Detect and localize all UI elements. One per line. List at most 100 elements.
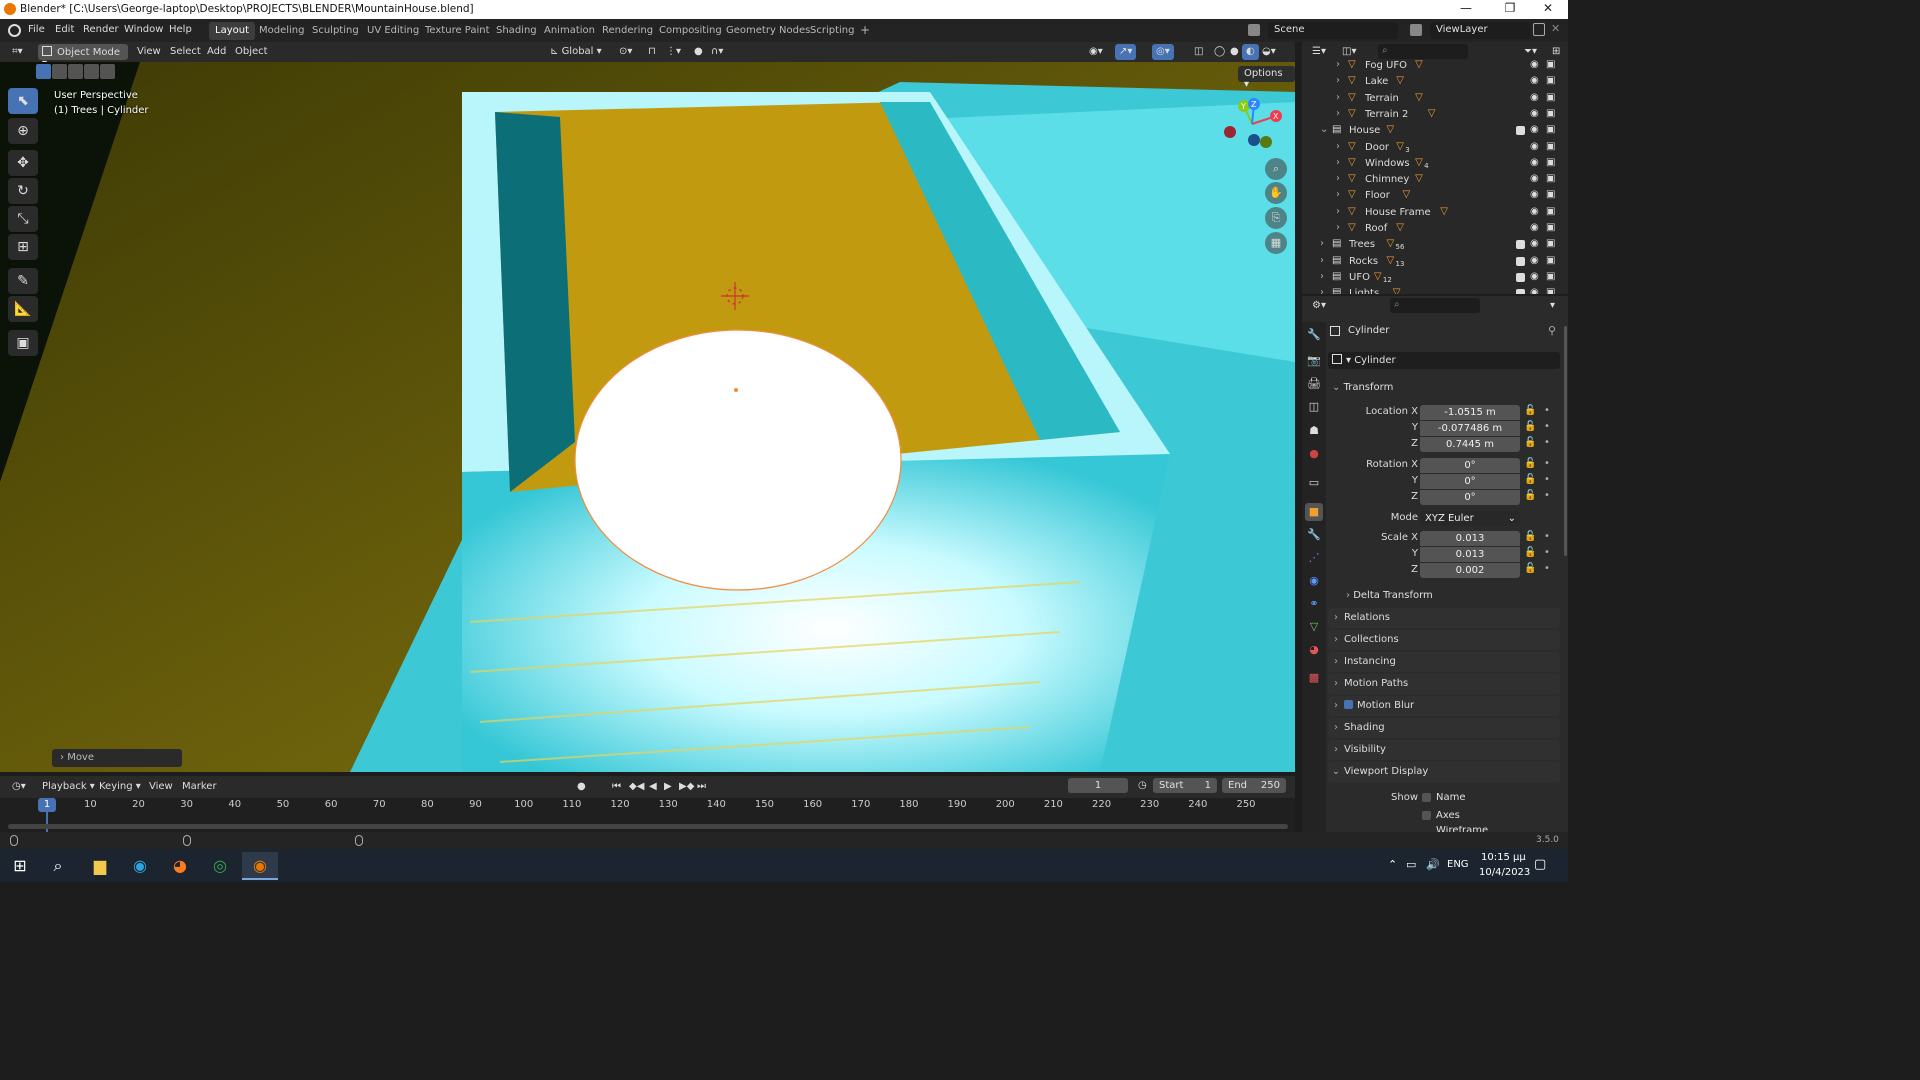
outliner-item[interactable]: › ▽ Windows ▽ 4 ◉ ▣ bbox=[1302, 156, 1568, 172]
outliner-item[interactable]: › ▤ Rocks ▽ 13 ◉ ▣ bbox=[1302, 254, 1568, 270]
outliner-item[interactable]: › ▽ Roof ▽ ◉ ▣ bbox=[1302, 221, 1568, 237]
outliner-item[interactable]: ⌄ ▤ House ▽ ◉ ▣ bbox=[1302, 123, 1568, 139]
lock-icon[interactable]: 🔓 bbox=[1524, 458, 1536, 469]
collection-tab-icon[interactable]: ▭ bbox=[1305, 474, 1323, 492]
location-z-field[interactable]: 0.7445 m bbox=[1420, 437, 1520, 452]
start-frame-field[interactable]: Start 1 bbox=[1153, 778, 1217, 793]
eye-icon[interactable]: ◉ bbox=[1530, 238, 1539, 249]
tab-shading[interactable]: Shading bbox=[490, 22, 543, 40]
windows-start-icon[interactable]: ⊞ bbox=[2, 852, 38, 880]
menu-render[interactable]: Render bbox=[83, 24, 119, 35]
xray-icon[interactable]: ◫ bbox=[1190, 44, 1207, 60]
minimize-button[interactable]: — bbox=[1448, 1, 1484, 18]
exclude-checkbox[interactable] bbox=[1516, 289, 1525, 294]
timeline-scrollbar[interactable] bbox=[8, 824, 1288, 829]
outliner-item[interactable]: › ▽ Terrain 2 ▽ ◉ ▣ bbox=[1302, 107, 1568, 123]
exclude-checkbox[interactable] bbox=[1516, 240, 1525, 250]
render-camera-icon[interactable]: ▣ bbox=[1546, 141, 1555, 152]
properties-options-icon[interactable]: ▾ bbox=[1546, 298, 1559, 314]
properties-editor-type-icon[interactable]: ⚙▾ bbox=[1308, 298, 1330, 314]
playback-menu[interactable]: Playback ▾ bbox=[38, 779, 99, 795]
expand-arrow-icon[interactable]: › bbox=[1336, 173, 1340, 184]
rotation-x-field[interactable]: 0° bbox=[1420, 458, 1520, 473]
file-explorer-icon[interactable]: ▆ bbox=[82, 852, 118, 880]
select-subtract-icon[interactable] bbox=[68, 64, 83, 79]
clock-date[interactable]: 10/4/2023 bbox=[1479, 867, 1530, 878]
overlay-toggle-icon[interactable]: ◎▾ bbox=[1152, 44, 1174, 60]
eye-icon[interactable]: ◉ bbox=[1530, 287, 1539, 294]
menu-file[interactable]: File bbox=[28, 24, 45, 35]
render-camera-icon[interactable]: ▣ bbox=[1546, 92, 1555, 103]
gizmo-toggle-icon[interactable]: ↗▾ bbox=[1115, 44, 1137, 60]
show-axes-checkbox[interactable] bbox=[1422, 811, 1431, 820]
delta-transform-subpanel[interactable]: › Delta Transform bbox=[1346, 590, 1433, 601]
taskbar-search-icon[interactable]: ⌕ bbox=[40, 852, 76, 880]
cursor-tool-icon[interactable]: ⊕ bbox=[8, 118, 38, 144]
play-icon[interactable]: ▶ bbox=[660, 779, 676, 795]
eye-icon[interactable]: ◉ bbox=[1530, 222, 1539, 233]
transform-panel-header[interactable]: ⌄ Transform bbox=[1332, 382, 1393, 393]
tool-tab-icon[interactable]: 🔧 bbox=[1305, 326, 1323, 344]
animate-dot-icon[interactable]: • bbox=[1544, 547, 1550, 558]
render-camera-icon[interactable]: ▣ bbox=[1546, 75, 1555, 86]
expand-arrow-icon[interactable]: › bbox=[1336, 59, 1340, 70]
viewport-scene[interactable] bbox=[0, 62, 1295, 772]
eye-icon[interactable]: ◉ bbox=[1530, 141, 1539, 152]
render-camera-icon[interactable]: ▣ bbox=[1546, 108, 1555, 119]
falloff-icon[interactable]: ∩▾ bbox=[707, 44, 727, 60]
relations-panel[interactable]: › Relations bbox=[1328, 608, 1560, 628]
playhead[interactable]: 1 bbox=[38, 798, 56, 812]
remove-viewlayer-icon[interactable]: ✕ bbox=[1551, 22, 1560, 35]
viewlayer-field[interactable]: ViewLayer bbox=[1430, 22, 1530, 39]
outliner-item[interactable]: › ▤ Trees ▽ 56 ◉ ▣ bbox=[1302, 237, 1568, 253]
lock-icon[interactable]: 🔓 bbox=[1524, 421, 1536, 432]
animate-dot-icon[interactable]: • bbox=[1544, 421, 1550, 432]
proportional-edit-icon[interactable]: ● bbox=[690, 44, 707, 60]
pan-hand-icon[interactable]: ✋ bbox=[1265, 182, 1287, 204]
render-camera-icon[interactable]: ▣ bbox=[1546, 271, 1555, 282]
tab-uv-editing[interactable]: UV Editing bbox=[361, 22, 425, 40]
animate-dot-icon[interactable]: • bbox=[1544, 405, 1550, 416]
lock-icon[interactable]: 🔓 bbox=[1524, 563, 1536, 574]
expand-arrow-icon[interactable]: › bbox=[1336, 206, 1340, 217]
tab-modeling[interactable]: Modeling bbox=[253, 22, 311, 40]
scale-tool-icon[interactable]: ⤡ bbox=[8, 206, 38, 232]
outliner-item[interactable]: › ▽ Door ▽ 3 ◉ ▣ bbox=[1302, 140, 1568, 156]
add-cube-tool-icon[interactable]: ▣ bbox=[8, 330, 38, 356]
select-intersect-icon[interactable] bbox=[100, 64, 115, 79]
eye-icon[interactable]: ◉ bbox=[1530, 189, 1539, 200]
tab-sculpting[interactable]: Sculpting bbox=[306, 22, 365, 40]
lock-icon[interactable]: 🔓 bbox=[1524, 490, 1536, 501]
scene-tab-icon[interactable]: ☗ bbox=[1305, 422, 1323, 440]
marker-menu[interactable]: Marker bbox=[178, 779, 221, 795]
constraints-tab-icon[interactable]: ⚭ bbox=[1305, 595, 1323, 613]
annotate-tool-icon[interactable]: ✎ bbox=[8, 268, 38, 294]
chrome-icon[interactable]: ◎ bbox=[202, 852, 238, 880]
tab-texture-paint[interactable]: Texture Paint bbox=[419, 22, 496, 40]
lock-icon[interactable]: 🔓 bbox=[1524, 531, 1536, 542]
jump-end-icon[interactable]: ⏭ bbox=[693, 779, 710, 795]
options-dropdown[interactable]: Options ▾ bbox=[1238, 66, 1295, 90]
animate-dot-icon[interactable]: • bbox=[1544, 563, 1550, 574]
navigation-gizmo[interactable]: X Y Z bbox=[1220, 92, 1284, 156]
location-x-field[interactable]: -1.0515 m bbox=[1420, 405, 1520, 420]
firefox-icon[interactable]: ◕ bbox=[162, 852, 198, 880]
expand-arrow-icon[interactable]: › bbox=[1336, 92, 1340, 103]
pin-icon[interactable]: ⚲ bbox=[1548, 324, 1556, 337]
collections-panel[interactable]: › Collections bbox=[1328, 630, 1560, 650]
expand-arrow-icon[interactable]: › bbox=[1336, 108, 1340, 119]
menu-select[interactable]: Select bbox=[166, 44, 205, 60]
expand-arrow-icon[interactable]: › bbox=[1320, 238, 1324, 249]
snap-icon[interactable]: ⊓ bbox=[644, 44, 660, 60]
outliner-item[interactable]: › ▽ Chimney ▽ ◉ ▣ bbox=[1302, 172, 1568, 188]
editor-type-icon[interactable]: ⌗▾ bbox=[8, 44, 34, 60]
render-camera-icon[interactable]: ▣ bbox=[1546, 59, 1555, 70]
zoom-icon[interactable]: ⌕ bbox=[1265, 158, 1287, 180]
expand-arrow-icon[interactable]: › bbox=[1320, 255, 1324, 266]
notifications-icon[interactable]: ▢ bbox=[1534, 857, 1546, 872]
blender-taskbar-icon[interactable]: ◉ bbox=[242, 852, 278, 880]
data-tab-icon[interactable]: ▽ bbox=[1305, 618, 1323, 636]
expand-arrow-icon[interactable]: ⌄ bbox=[1320, 124, 1328, 135]
motion-blur-checkbox[interactable] bbox=[1344, 700, 1353, 709]
outliner-search-input[interactable]: ⌕ bbox=[1378, 44, 1468, 59]
